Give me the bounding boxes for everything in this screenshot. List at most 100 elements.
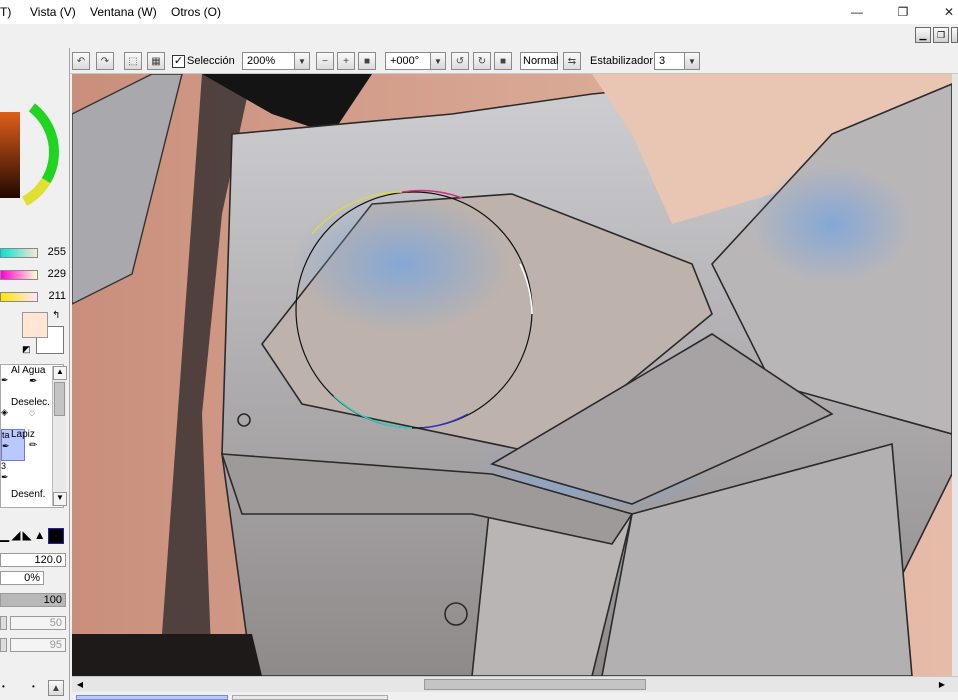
brush-shape-round-3[interactable]: ▲: [34, 528, 48, 542]
brush-shape-row: ▁◢◣▲: [0, 528, 66, 546]
minimize-button[interactable]: —: [834, 0, 880, 24]
pen-icon: ✒: [1, 472, 9, 482]
chevron-down-icon: ▼: [298, 56, 306, 66]
tool-grid-scrollbar[interactable]: ▲ ▼: [52, 366, 67, 506]
chevron-down-icon: ▼: [434, 56, 442, 66]
brush-param-2-field[interactable]: 95: [10, 638, 66, 652]
canvas-horizontal-scrollbar[interactable]: ◀ ▶: [72, 676, 958, 692]
brush-param-1-checkbox[interactable]: [0, 616, 7, 630]
blend-mode-field[interactable]: Normal: [520, 52, 558, 70]
selection-checkbox[interactable]: ✓: [172, 54, 185, 68]
close-button[interactable]: ✕: [926, 0, 958, 24]
scroll-down-button[interactable]: ▼: [53, 492, 67, 506]
minimize-icon: ▁: [919, 29, 927, 40]
brush-icon: ✒: [29, 376, 38, 387]
document-tab[interactable]: [232, 695, 388, 700]
opacity-field[interactable]: 100: [0, 593, 66, 607]
menu-item-vista[interactable]: Vista (V): [30, 0, 76, 24]
menu-bar: T) Vista (V) Ventana (W) Otros (O) — ❐ ✕: [0, 0, 958, 24]
zoom-field[interactable]: 200%: [242, 52, 298, 70]
document-tab-active[interactable]: [76, 695, 228, 700]
green-slider[interactable]: [0, 270, 38, 280]
dot-icon[interactable]: •: [32, 682, 35, 691]
rotate-right-button[interactable]: ↻: [473, 52, 491, 70]
undo-button[interactable]: ↶: [72, 52, 90, 70]
canvas-vertical-scrollbar[interactable]: [952, 74, 958, 676]
stabilizer-dropdown-button[interactable]: ▼: [684, 52, 700, 70]
tool-al-agua-label: Al Agua: [11, 365, 46, 376]
panel-scroll-up-button[interactable]: ▲: [48, 680, 64, 696]
toolbar: ● ▼ ↶ ↷ ⬚ ▦ ✓Selección 200% ▼ − + ■ +000…: [0, 48, 958, 74]
stabilizer-label: Estabilizador: [590, 55, 653, 67]
red-slider[interactable]: [0, 248, 38, 258]
plus-icon: +: [343, 55, 349, 67]
zoom-out-button[interactable]: −: [316, 52, 334, 70]
tool-al-agua[interactable]: Al Agua ✒: [11, 365, 49, 397]
scroll-left-button[interactable]: ◀: [72, 677, 88, 692]
child-restore-button[interactable]: ❐: [933, 27, 949, 43]
child-close-button[interactable]: [951, 27, 958, 43]
brush-param-1-field[interactable]: 50: [10, 616, 66, 630]
minimize-icon: —: [851, 5, 863, 19]
menu-item-partial[interactable]: T): [0, 0, 11, 24]
zoom-reset-button[interactable]: ■: [358, 52, 376, 70]
rotation-dropdown-button[interactable]: ▼: [430, 52, 446, 70]
pen-icon: ✒: [1, 375, 9, 385]
drawing-canvas[interactable]: [72, 74, 952, 676]
brush-shape-flat[interactable]: ▁: [0, 528, 11, 542]
rotate-left-button[interactable]: ↺: [451, 52, 469, 70]
rotate-right-icon: ↻: [477, 55, 487, 67]
flip-horizontal-button[interactable]: ⇆: [563, 52, 581, 70]
selection-toggle[interactable]: ✓ Selección: [172, 52, 235, 70]
foreground-color-swatch[interactable]: [22, 312, 48, 338]
brush-shape-selected[interactable]: [47, 528, 64, 544]
scroll-up-button[interactable]: ▲: [53, 366, 67, 380]
menu-item-otros[interactable]: Otros (O): [171, 0, 221, 24]
dot-icon[interactable]: •: [2, 682, 5, 691]
brush-shape-round-1[interactable]: ◢: [11, 528, 22, 542]
brush-param-2-checkbox[interactable]: [0, 638, 7, 652]
brush-size-field[interactable]: 120.0: [0, 553, 66, 567]
pen-icon: ✒: [2, 441, 10, 451]
menu-item-ventana[interactable]: Ventana (W): [90, 0, 157, 24]
select-all-button[interactable]: ▦: [147, 52, 165, 70]
zoom-in-button[interactable]: +: [337, 52, 355, 70]
scroll-right-button[interactable]: ▶: [934, 677, 950, 692]
tool-partial-3-label: 3: [1, 461, 7, 471]
tool-desenf[interactable]: Desenf.: [11, 489, 49, 509]
chevron-up-icon: ▲: [51, 682, 61, 694]
blue-slider[interactable]: [0, 292, 38, 302]
restore-icon: ❐: [936, 29, 946, 40]
undo-icon: ↶: [76, 55, 86, 67]
reset-icon: ■: [363, 55, 371, 67]
document-tab-bar: [72, 692, 958, 700]
redo-icon: ↷: [100, 55, 110, 67]
restore-button[interactable]: ❐: [880, 0, 926, 24]
selection-tool-button[interactable]: ⬚: [124, 52, 142, 70]
color-wheel[interactable]: [0, 74, 70, 264]
stabilizer-field[interactable]: 3: [654, 52, 686, 70]
child-minimize-button[interactable]: ▁: [915, 27, 931, 43]
minus-icon: −: [322, 55, 328, 67]
tool-lapiz[interactable]: Lapiz ✏: [11, 429, 49, 461]
close-icon: ✕: [943, 5, 955, 19]
brush-density-field[interactable]: 0%: [0, 571, 44, 585]
horizontal-scroll-thumb[interactable]: [424, 679, 646, 690]
swap-colors-icon[interactable]: ↰: [52, 310, 60, 321]
redo-button[interactable]: ↷: [96, 52, 114, 70]
brush-shape-round-2[interactable]: ◣: [22, 528, 33, 542]
tool-deselec[interactable]: Deselec. ◌: [11, 397, 49, 429]
tool-lapiz-label: Lapiz: [11, 429, 35, 440]
restore-icon: ❐: [897, 5, 909, 19]
green-value: 229: [47, 268, 66, 280]
zoom-dropdown-button[interactable]: ▼: [294, 52, 310, 70]
rotate-left-icon: ↺: [455, 55, 465, 67]
rotate-reset-button[interactable]: ■: [494, 52, 512, 70]
rotation-field[interactable]: +000°: [385, 52, 433, 70]
tool-deselec-label: Deselec.: [11, 397, 49, 408]
reset-icon: ■: [499, 55, 507, 67]
eraser-icon: ◈: [1, 407, 8, 417]
pencil-icon: ✏: [29, 440, 38, 451]
reset-colors-icon[interactable]: ◩: [22, 344, 31, 355]
tool-grid-scroll-thumb[interactable]: [54, 382, 65, 416]
